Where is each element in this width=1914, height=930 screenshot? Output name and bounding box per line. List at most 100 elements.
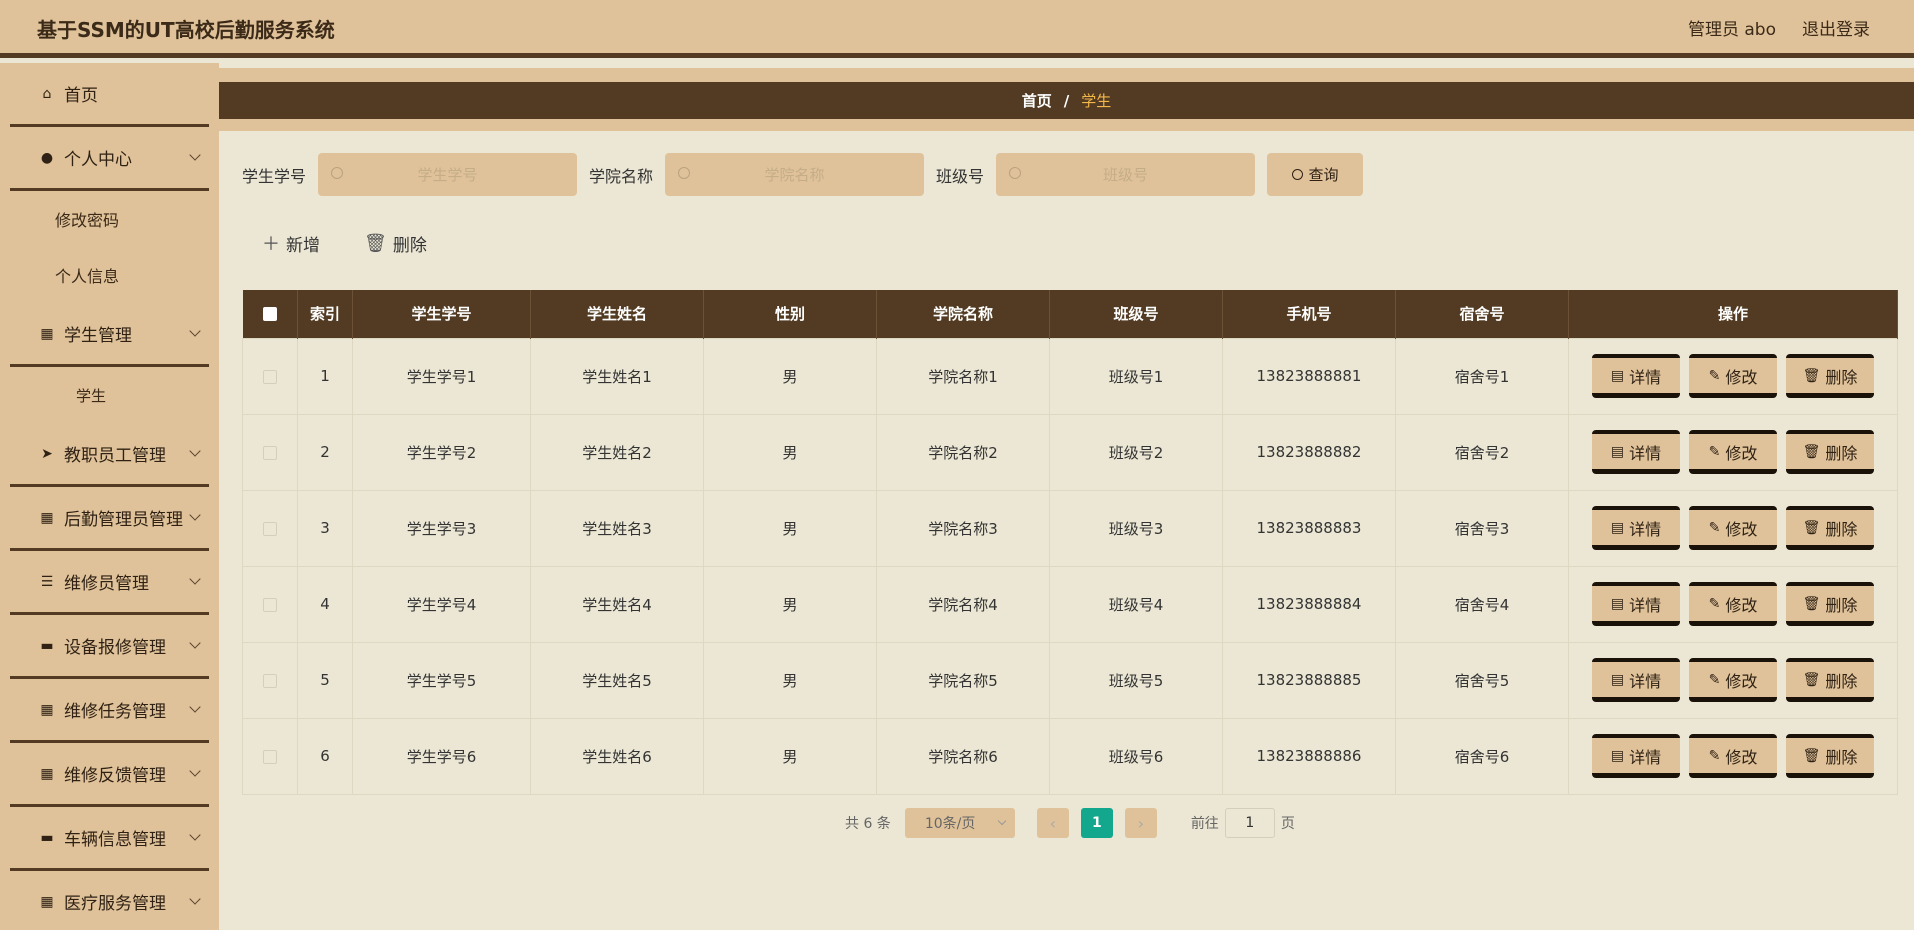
batch-delete-button[interactable]: 🗑 删除 — [364, 230, 427, 256]
sidebar-subitem[interactable]: 修改密码 — [10, 191, 209, 247]
delete-button[interactable]: 🗑 删除 — [1786, 430, 1874, 474]
college-name-input[interactable] — [714, 165, 875, 184]
table-cell: 班级号4 — [1049, 565, 1223, 643]
sidebar-item[interactable]: ▦ 维修任务管理 — [10, 679, 209, 743]
edit-button[interactable]: ✎ 修改 — [1689, 506, 1777, 550]
page-size-select[interactable]: 10条/页 — [904, 808, 1015, 838]
edit-button[interactable]: ✎ 修改 — [1689, 734, 1777, 778]
sidebar-item-label: 维修反馈管理 — [64, 766, 166, 786]
table-cell: 4 — [297, 565, 353, 643]
row-select-cell — [242, 565, 298, 643]
breadcrumb-home[interactable]: 首页 — [1022, 90, 1052, 111]
row-checkbox[interactable] — [263, 749, 277, 764]
sidebar-item-label: 车辆信息管理 — [64, 830, 166, 850]
edit-button[interactable]: ✎ 修改 — [1689, 430, 1777, 474]
sidebar-item[interactable]: ▦ 学生管理 — [10, 303, 209, 367]
detail-button[interactable]: ▤ 详情 — [1592, 354, 1680, 398]
table-row: 2 学生学号2 学生姓名2 男学院名称2 班级号2 13823888882 宿舍号2 ▤ 详情 ✎… — [242, 413, 1898, 491]
table-row: 1 学生学号1 学生姓名1 男学院名称1 班级号1 13823888881 宿舍号1 ▤ 详情 ✎… — [242, 337, 1898, 415]
table-cell: 宿舍号6 — [1395, 717, 1569, 795]
send-icon: ➤ — [41, 445, 53, 462]
page-number[interactable]: 1 — [1080, 808, 1113, 838]
document-icon: ▤ — [1610, 367, 1625, 384]
table-cell: 13823888884 — [1222, 565, 1396, 643]
row-select-cell — [242, 413, 298, 491]
row-actions-cell: ▤ 详情 ✎ 修改 🗑 删除 — [1568, 413, 1898, 491]
delete-button-label: 删除 — [1825, 367, 1858, 387]
detail-button[interactable]: ▤ 详情 — [1592, 430, 1680, 474]
next-page-button[interactable]: › — [1124, 808, 1157, 838]
sidebar-item[interactable]: ➤ 教职员工管理 — [10, 423, 209, 487]
query-button[interactable]: 查询 — [1267, 153, 1364, 196]
sidebar-subitem[interactable]: 学生 — [10, 367, 209, 423]
sidebar-subitem[interactable]: 个人信息 — [10, 247, 209, 303]
column-header: 性别 — [703, 290, 877, 338]
row-actions: ▤ 详情 ✎ 修改 🗑 删除 — [1569, 354, 1897, 398]
trash-icon: 🗑 — [1802, 443, 1821, 460]
chevron-down-icon — [189, 893, 201, 905]
breadcrumb: 首页 / 学生 — [219, 82, 1914, 119]
detail-button[interactable]: ▤ 详情 — [1592, 734, 1680, 778]
delete-button[interactable]: 🗑 删除 — [1786, 658, 1874, 702]
chevron-down-icon — [189, 573, 201, 585]
sidebar-item[interactable]: ▬ 设备报修管理 — [10, 615, 209, 679]
divider — [219, 68, 1914, 82]
column-header: 手机号 — [1222, 290, 1396, 338]
table-cell: 学生学号5 — [352, 641, 531, 719]
table-cell: 1 — [297, 337, 353, 415]
document-icon: ▤ — [1610, 671, 1625, 688]
table-cell: 13823888886 — [1222, 717, 1396, 795]
sidebar-item-label: 维修任务管理 — [64, 702, 166, 722]
grid-icon: ▦ — [40, 701, 54, 718]
delete-button[interactable]: 🗑 删除 — [1786, 582, 1874, 626]
detail-button[interactable]: ▤ 详情 — [1592, 582, 1680, 626]
edit-button[interactable]: ✎ 修改 — [1689, 582, 1777, 626]
table-cell: 男 — [703, 717, 877, 795]
row-actions-cell: ▤ 详情 ✎ 修改 🗑 删除 — [1568, 641, 1898, 719]
sidebar-item[interactable]: ⌂ 首页 — [10, 63, 209, 127]
detail-button-label: 详情 — [1629, 367, 1662, 387]
row-actions: ▤ 详情 ✎ 修改 🗑 删除 — [1569, 506, 1897, 550]
class-number-search-box — [996, 153, 1256, 196]
detail-button[interactable]: ▤ 详情 — [1592, 658, 1680, 702]
student-id-input[interactable] — [367, 165, 528, 184]
delete-button[interactable]: 🗑 删除 — [1786, 734, 1874, 778]
table-cell: 男 — [703, 565, 877, 643]
sidebar-item[interactable]: ▬ 车辆信息管理 — [10, 807, 209, 871]
table-cell: 学生姓名1 — [530, 337, 704, 415]
row-checkbox[interactable] — [263, 445, 277, 460]
prev-page-button[interactable]: ‹ — [1036, 808, 1069, 838]
row-checkbox[interactable] — [263, 673, 277, 688]
trash-icon: 🗑 — [1802, 367, 1821, 384]
table-cell: 学院名称1 — [876, 337, 1050, 415]
chevron-down-icon — [189, 637, 201, 649]
sidebar-item[interactable]: ● 个人中心 — [10, 127, 209, 191]
sidebar-item[interactable]: ▦ 医疗服务管理 — [10, 871, 209, 930]
class-number-input[interactable] — [1045, 165, 1206, 184]
search-icon — [331, 167, 344, 179]
goto-page-input[interactable] — [1224, 808, 1275, 838]
sidebar-item[interactable]: ☰ 维修员管理 — [10, 551, 209, 615]
message-icon: ▬ — [40, 637, 54, 654]
sidebar-item[interactable]: ▦ 维修反馈管理 — [10, 743, 209, 807]
delete-button[interactable]: 🗑 删除 — [1786, 354, 1874, 398]
edit-button[interactable]: ✎ 修改 — [1689, 354, 1777, 398]
delete-button[interactable]: 🗑 删除 — [1786, 506, 1874, 550]
row-checkbox[interactable] — [263, 597, 277, 612]
detail-button[interactable]: ▤ 详情 — [1592, 506, 1680, 550]
row-checkbox[interactable] — [263, 369, 277, 384]
page-suffix: 页 — [1280, 816, 1295, 832]
select-all-checkbox[interactable] — [262, 307, 277, 322]
college-name-label: 学院名称 — [589, 166, 654, 186]
table-cell: 学院名称4 — [876, 565, 1050, 643]
add-button[interactable]: ＋ 新增 — [262, 230, 320, 256]
row-checkbox[interactable] — [263, 521, 277, 536]
edit-button[interactable]: ✎ 修改 — [1689, 658, 1777, 702]
table-cell: 宿舍号1 — [1395, 337, 1569, 415]
table-cell: 学生学号6 — [352, 717, 531, 795]
chevron-down-icon — [189, 829, 201, 841]
class-number-label: 班级号 — [936, 166, 985, 186]
sliders-icon: ☰ — [40, 573, 54, 590]
logout-link[interactable]: 退出登录 — [1802, 15, 1870, 40]
sidebar-item[interactable]: ▦ 后勤管理员管理 — [10, 487, 209, 551]
